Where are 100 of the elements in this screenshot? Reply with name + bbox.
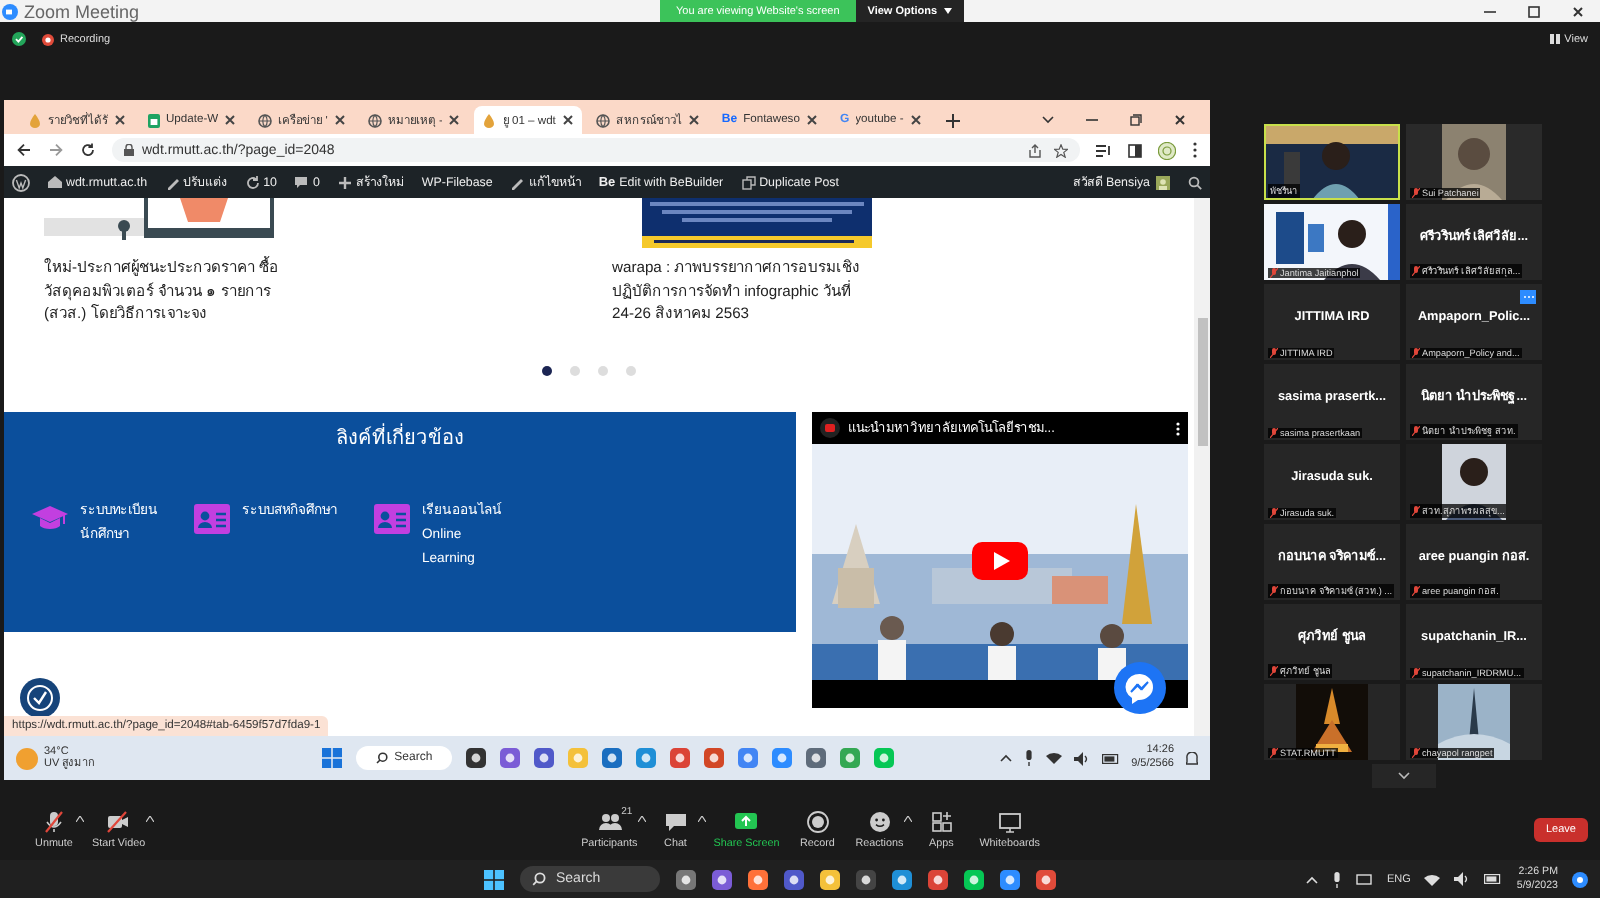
tab-close-icon[interactable]	[561, 114, 574, 126]
accessibility-icon[interactable]	[20, 678, 60, 718]
wifi-icon[interactable]	[1045, 752, 1062, 764]
record-dot-icon	[42, 33, 54, 45]
carousel-dot[interactable]	[570, 365, 580, 375]
app-icon[interactable]	[712, 869, 732, 889]
copy-icon	[741, 175, 756, 189]
muted-mic-icon	[1412, 748, 1420, 758]
close-icon[interactable]	[1572, 5, 1584, 17]
tab-close-icon[interactable]	[805, 114, 818, 126]
refresh-icon	[245, 175, 260, 189]
restore-icon[interactable]	[1130, 114, 1142, 126]
muted-mic-icon	[1270, 586, 1278, 596]
carousel-dot[interactable]	[626, 365, 636, 375]
app-icon[interactable]	[928, 869, 948, 889]
minimize-icon[interactable]	[1484, 5, 1496, 17]
whiteboard-icon	[997, 810, 1022, 834]
channel-logo-icon	[820, 418, 840, 438]
muted-mic-icon	[1270, 428, 1278, 438]
plus-icon	[337, 175, 352, 189]
wifi-icon[interactable]	[1424, 873, 1441, 885]
app-icon[interactable]	[856, 869, 876, 889]
tab-close-icon[interactable]	[909, 114, 922, 126]
muted-mic-icon	[1412, 506, 1420, 516]
tab-close-icon[interactable]	[224, 114, 237, 126]
muted-mic-icon	[1412, 668, 1420, 678]
house-icon	[48, 176, 62, 188]
brush-icon	[165, 175, 180, 189]
new-tab-icon[interactable]	[945, 114, 960, 128]
flame-icon	[482, 113, 497, 127]
caret-icon[interactable]	[637, 816, 646, 822]
search-icon[interactable]	[1188, 175, 1202, 189]
section-heading: ลิงค์ที่เกี่ยวข้อง	[336, 422, 464, 452]
search-icon	[532, 872, 546, 886]
start-icon[interactable]	[484, 869, 504, 889]
play-button[interactable]	[972, 542, 1028, 580]
minimize-icon[interactable]	[1086, 114, 1098, 126]
app-icon[interactable]	[676, 869, 696, 889]
app-icon[interactable]	[1000, 869, 1020, 889]
sheet-icon	[148, 113, 160, 127]
id-card-icon	[374, 504, 410, 534]
people-icon	[597, 810, 622, 834]
app-icon[interactable]	[892, 869, 912, 889]
sidebar-icon[interactable]	[1128, 143, 1142, 157]
caret-icon[interactable]	[76, 816, 84, 822]
app-icon[interactable]	[466, 748, 487, 768]
chevron-up-icon[interactable]	[999, 754, 1012, 762]
app-icon[interactable]	[964, 869, 984, 889]
mic-muted-icon	[42, 810, 66, 834]
muted-mic-icon	[1412, 188, 1420, 198]
caret-icon[interactable]	[145, 816, 154, 822]
more-options-button[interactable]	[1520, 290, 1536, 304]
chevron-down-icon[interactable]	[1042, 116, 1054, 124]
app-icon[interactable]	[1036, 869, 1056, 889]
mic-icon[interactable]	[1332, 871, 1343, 887]
forward-icon[interactable]	[48, 142, 64, 158]
carousel-dot[interactable]	[542, 365, 552, 375]
notification-icon[interactable]	[1572, 871, 1588, 887]
record-icon	[805, 810, 830, 834]
globe-icon	[595, 113, 610, 127]
scrollbar-thumb[interactable]	[1197, 318, 1207, 446]
tab-close-icon[interactable]	[687, 114, 700, 126]
window-title: Zoom Meeting	[24, 1, 140, 21]
caret-icon[interactable]	[697, 816, 706, 822]
profile-avatar-icon[interactable]	[1158, 141, 1176, 159]
tab-close-icon[interactable]	[114, 114, 126, 126]
wordpress-logo-icon[interactable]	[12, 173, 30, 191]
chevron-down-icon	[1397, 772, 1409, 780]
battery-icon[interactable]	[1101, 753, 1120, 763]
reload-icon[interactable]	[80, 142, 96, 158]
bell-icon[interactable]	[1186, 751, 1198, 765]
flame-icon	[28, 113, 42, 127]
muted-mic-icon	[1412, 426, 1420, 436]
menu-icon[interactable]	[1192, 142, 1198, 158]
carousel-dot[interactable]	[598, 365, 608, 375]
grid-icon	[1550, 34, 1561, 44]
graduation-cap-icon	[32, 504, 68, 532]
user-avatar-icon	[1156, 175, 1170, 189]
muted-mic-icon	[1412, 348, 1420, 358]
app-icon[interactable]	[784, 869, 804, 889]
camera-off-icon	[106, 810, 131, 834]
muted-mic-icon	[1270, 508, 1278, 518]
maximize-icon[interactable]	[1528, 5, 1540, 17]
messenger-icon[interactable]	[1114, 662, 1166, 714]
star-icon[interactable]	[1054, 143, 1068, 157]
app-icon[interactable]	[748, 869, 768, 889]
close-icon[interactable]	[1174, 114, 1186, 126]
start-icon[interactable]	[322, 748, 343, 768]
volume-icon[interactable]	[1073, 751, 1090, 765]
playlist-icon[interactable]	[1096, 143, 1112, 157]
tab-close-icon[interactable]	[333, 114, 346, 126]
caret-icon[interactable]	[903, 816, 912, 822]
share-icon[interactable]	[1028, 143, 1042, 157]
back-icon[interactable]	[16, 142, 32, 158]
mic-icon[interactable]	[1023, 750, 1034, 766]
volume-icon[interactable]	[1454, 872, 1471, 886]
tab-close-icon[interactable]	[448, 114, 461, 126]
sun-icon	[16, 747, 38, 769]
monitor-icon[interactable]	[1356, 873, 1373, 885]
app-icon[interactable]	[820, 869, 840, 889]
